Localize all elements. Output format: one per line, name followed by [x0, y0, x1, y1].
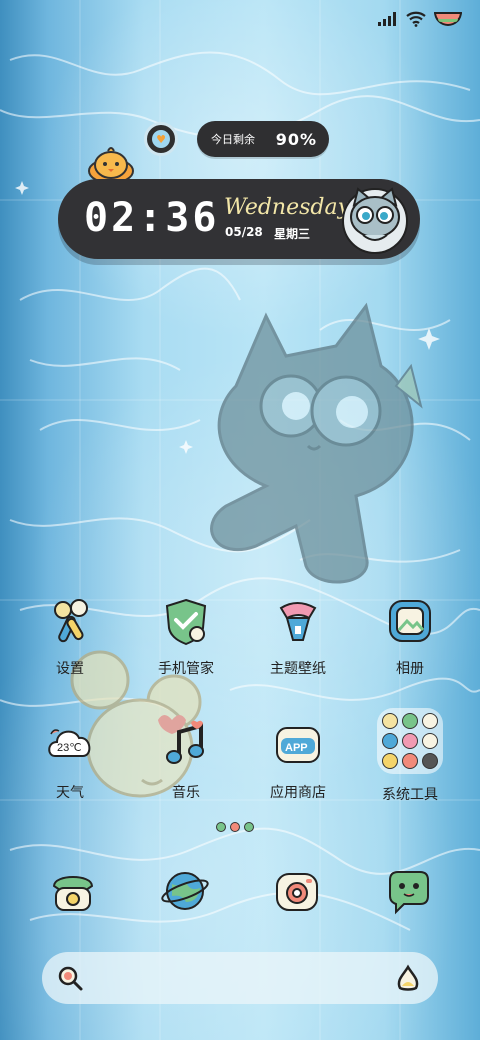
weather-icon: 23℃	[48, 729, 91, 757]
app-label: 系统工具	[382, 787, 438, 803]
settings-icon	[54, 599, 88, 643]
clock-time: 02:36	[84, 195, 220, 241]
camera-icon[interactable]	[272, 866, 322, 916]
gallery-icon	[389, 600, 431, 642]
signal-icon	[378, 12, 396, 26]
theme-wallpaper-icon	[279, 602, 317, 641]
phone-manager-icon	[165, 598, 207, 646]
weather-temp: 23℃	[57, 742, 82, 754]
messages-icon[interactable]	[384, 866, 434, 916]
app-label: 主题壁纸	[270, 661, 326, 677]
app-music[interactable]: 音乐	[136, 720, 236, 802]
remaining-label: 今日剩余	[211, 133, 255, 146]
browser-icon[interactable]	[160, 866, 210, 916]
app-gallery[interactable]: 相册	[360, 596, 460, 678]
app-label: 音乐	[172, 785, 200, 801]
clock-weekday-zh: 星期三	[274, 227, 311, 241]
page-dot	[216, 822, 226, 832]
app-label: 手机管家	[158, 661, 214, 677]
app-label: 应用商店	[270, 785, 326, 801]
wifi-icon	[406, 11, 426, 27]
clock-weekday: Wednesday	[224, 195, 351, 220]
app-theme-wallpaper[interactable]: 主题壁纸	[248, 596, 348, 678]
app-phone-manager[interactable]: 手机管家	[136, 596, 236, 678]
home-screen: ♥ 今日剩余 90% 02:36 Wednesday 05/28 星期三 设置 …	[0, 0, 480, 1040]
search-bar[interactable]	[42, 952, 438, 1004]
phone-icon[interactable]	[48, 866, 98, 916]
assistant-icon[interactable]	[394, 964, 422, 992]
clock-date: 05/28	[225, 225, 263, 239]
search-icon[interactable]	[56, 964, 84, 992]
clock-widget[interactable]: 02:36 Wednesday 05/28 星期三	[58, 179, 420, 259]
app-system-tools-folder[interactable]: 系统工具	[360, 708, 460, 804]
remaining-widget[interactable]: 今日剩余 90%	[197, 121, 329, 157]
heart-icon: ♥	[152, 130, 170, 148]
status-bar	[378, 8, 462, 30]
app-label: 设置	[56, 661, 84, 677]
cat-avatar-icon	[342, 187, 408, 254]
app-app-store[interactable]: APP 应用商店	[248, 720, 348, 802]
app-store-badge: APP	[285, 742, 308, 754]
battery-icon	[434, 12, 462, 26]
page-dot	[244, 822, 254, 832]
folder-icon	[377, 708, 443, 774]
app-label: 相册	[396, 661, 424, 677]
page-indicator[interactable]	[216, 822, 254, 832]
app-store-icon: APP	[276, 727, 320, 763]
progress-ring-widget[interactable]: ♥	[144, 122, 178, 156]
floating-cat-decoration-icon	[210, 302, 423, 584]
app-label: 天气	[56, 785, 84, 801]
remaining-percent: 90%	[275, 129, 317, 149]
app-weather[interactable]: 23℃ 天气	[20, 720, 120, 802]
music-icon	[166, 720, 204, 764]
page-dot	[230, 822, 240, 832]
app-settings[interactable]: 设置	[20, 596, 120, 678]
